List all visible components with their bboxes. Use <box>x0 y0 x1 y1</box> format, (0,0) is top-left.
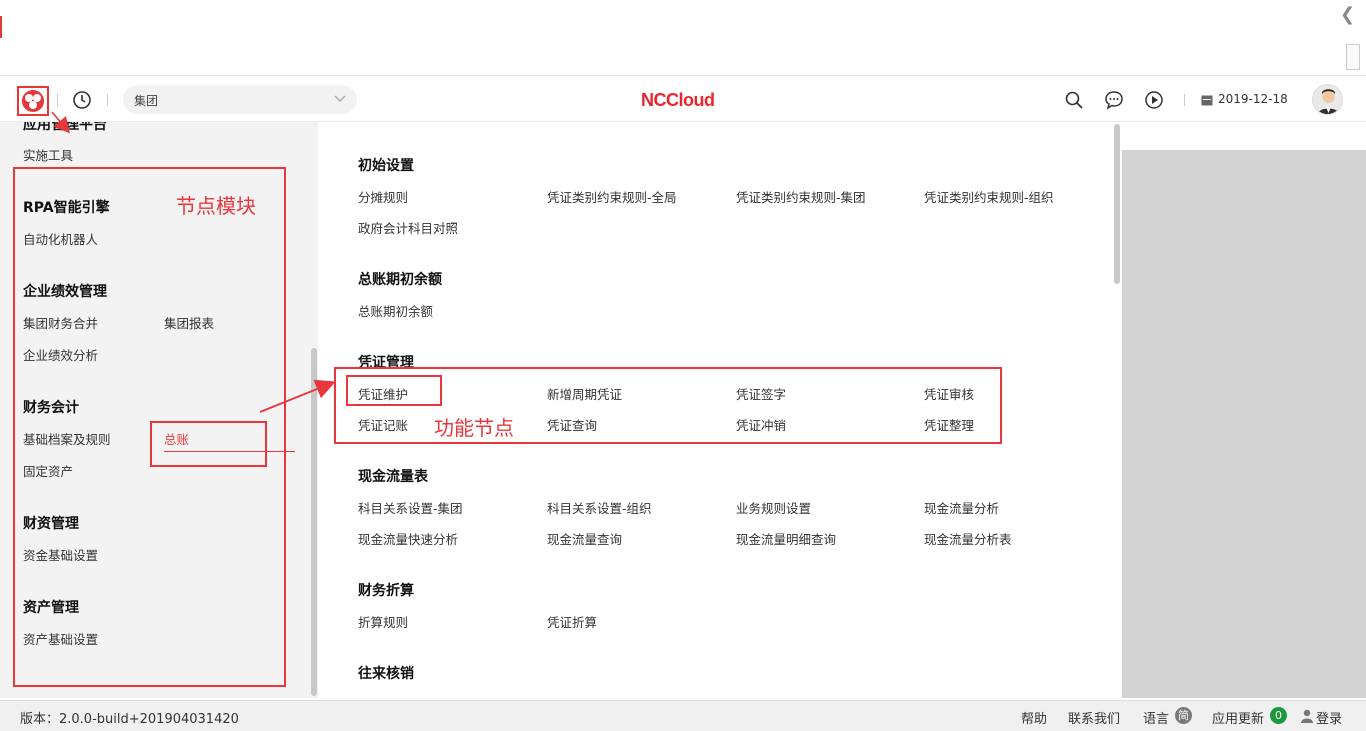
section-title: 往来核销 <box>358 666 414 682</box>
function-item[interactable]: 总账期初余额 <box>358 301 433 320</box>
divider <box>107 94 108 106</box>
divider <box>57 94 58 106</box>
language-link[interactable]: 语言 <box>1143 708 1169 727</box>
function-item[interactable]: 分摊规则 <box>358 187 408 206</box>
chevron-left-icon[interactable]: ❮ <box>1340 4 1355 25</box>
history-clock-icon[interactable] <box>72 90 92 110</box>
update-count-badge: 0 <box>1270 707 1287 724</box>
message-icon[interactable] <box>1104 90 1124 110</box>
contact-link[interactable]: 联系我们 <box>1068 708 1120 727</box>
annotation-label-functions: 功能节点 <box>434 416 514 440</box>
section-title: 总账期初余额 <box>358 272 442 288</box>
footer-bar: 版本：2.0.0-build+201904031420 帮助 联系我们 语言 简… <box>0 700 1366 731</box>
divider <box>1184 94 1185 106</box>
language-badge[interactable]: 简 <box>1175 707 1192 724</box>
avatar[interactable] <box>1312 84 1343 115</box>
browser-top-bar: ❮ <box>0 0 1366 76</box>
play-icon[interactable] <box>1144 90 1164 110</box>
section-title: 初始设置 <box>358 158 414 174</box>
right-empty-area <box>1122 150 1366 698</box>
current-date: 2019-12-18 <box>1218 92 1288 106</box>
annotation-box-ledger <box>150 421 267 467</box>
function-item[interactable]: 科目关系设置-集团 <box>358 498 463 517</box>
app-update-link[interactable]: 应用更新 <box>1212 708 1264 727</box>
menu-group-title: 应用管理平台 <box>23 122 107 133</box>
login-link[interactable]: 登录 <box>1316 708 1342 727</box>
function-item[interactable]: 凭证类别约束规则-组织 <box>924 187 1054 206</box>
function-item[interactable]: 现金流量快速分析 <box>358 529 458 548</box>
flower-logo-icon <box>22 90 44 112</box>
function-item[interactable]: 折算规则 <box>358 612 408 631</box>
left-scrollbar[interactable] <box>311 348 317 696</box>
function-item[interactable]: 现金流量查询 <box>547 529 622 548</box>
app-logo-button[interactable] <box>17 86 49 116</box>
function-item[interactable]: 现金流量明细查询 <box>736 529 836 548</box>
annotation-box-voucher <box>346 375 442 406</box>
user-avatar-icon <box>1317 89 1340 114</box>
section-title: 财务折算 <box>358 583 414 599</box>
function-item[interactable]: 凭证折算 <box>547 612 597 631</box>
function-item[interactable]: 业务规则设置 <box>736 498 811 517</box>
function-item[interactable]: 现金流量分析 <box>924 498 999 517</box>
calendar-icon <box>1201 95 1213 106</box>
org-select[interactable]: 集团 <box>123 85 357 114</box>
main-scrollbar[interactable] <box>1114 124 1120 284</box>
brand-logo: NCCloud <box>641 90 715 110</box>
help-link[interactable]: 帮助 <box>1021 708 1047 727</box>
menu-item-implementation-tools[interactable]: 实施工具 <box>23 145 73 164</box>
scroll-box[interactable] <box>1346 44 1360 70</box>
org-select-value: 集团 <box>134 94 159 108</box>
function-item[interactable]: 政府会计科目对照 <box>358 218 458 237</box>
function-item[interactable]: 科目关系设置-组织 <box>547 498 652 517</box>
app-header: 集团 NCCloud 2019-12-18 <box>0 77 1366 122</box>
user-icon <box>1301 709 1313 723</box>
section-title: 现金流量表 <box>358 469 428 485</box>
tab-indicator <box>0 16 2 38</box>
function-item[interactable]: 现金流量分析表 <box>924 529 1012 548</box>
search-icon[interactable] <box>1064 90 1084 110</box>
version-text: 版本：2.0.0-build+201904031420 <box>20 712 239 727</box>
function-item[interactable]: 凭证类别约束规则-全局 <box>547 187 677 206</box>
annotation-label-modules: 节点模块 <box>176 194 256 218</box>
function-item[interactable]: 凭证类别约束规则-集团 <box>736 187 866 206</box>
chevron-down-icon <box>334 95 346 102</box>
